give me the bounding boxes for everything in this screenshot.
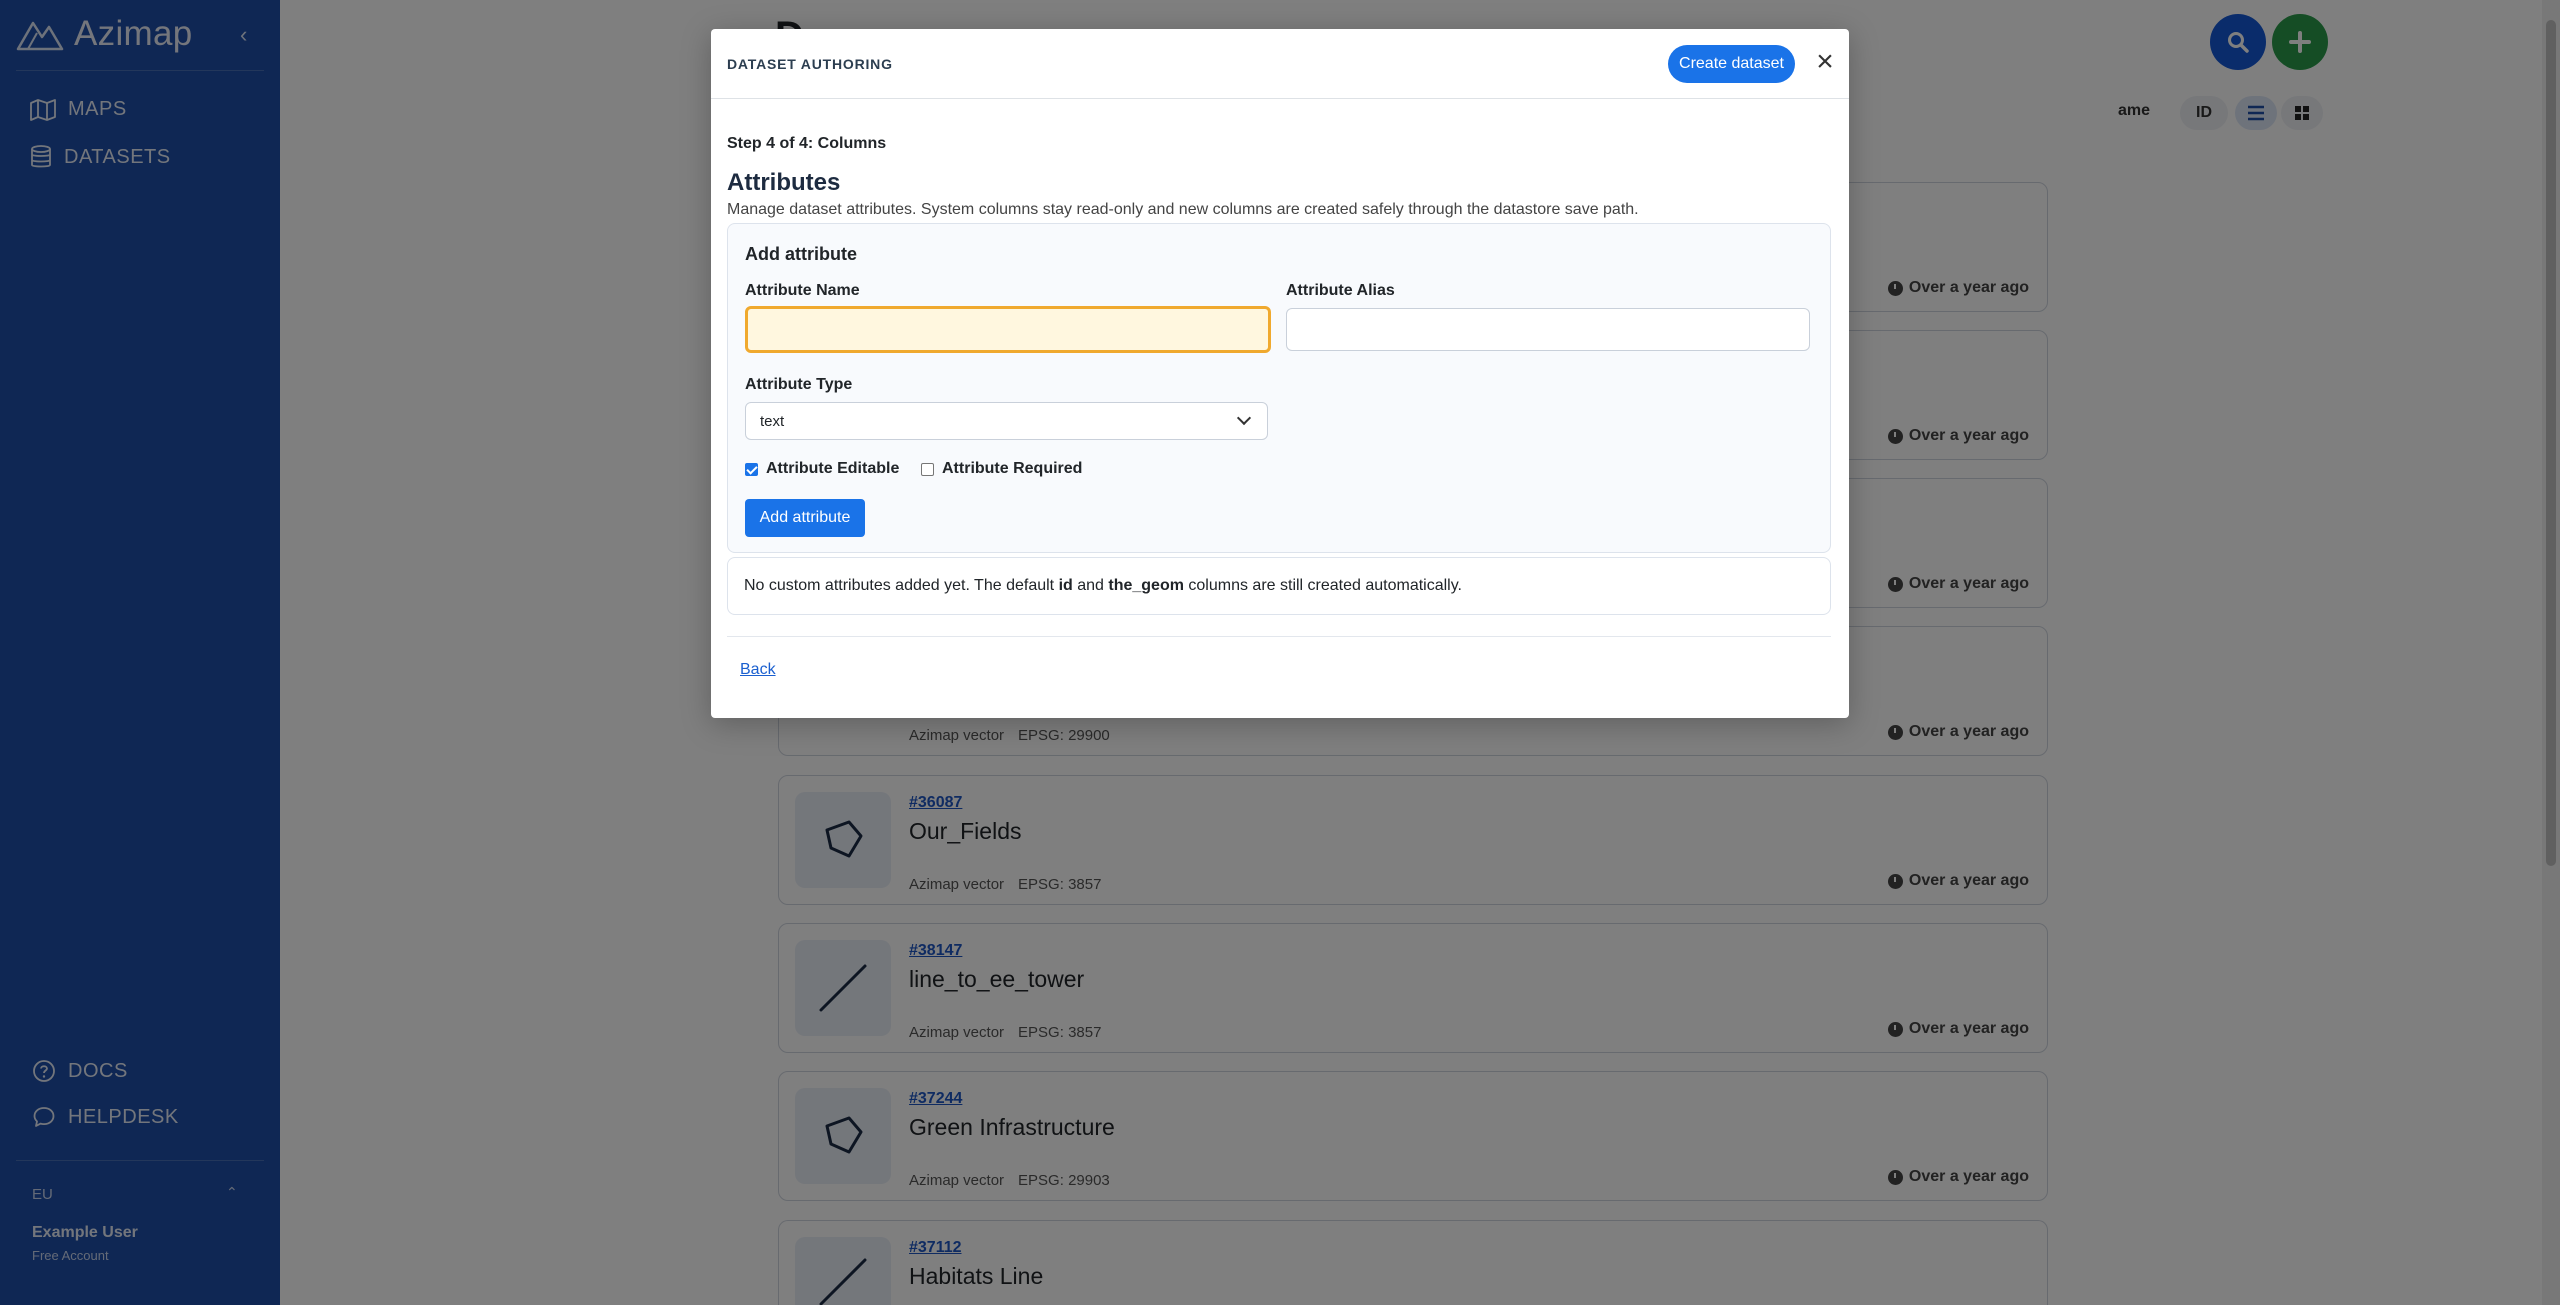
info-suffix: columns are still created automatically.	[1183, 577, 1462, 594]
create-dataset-button[interactable]: Create dataset	[1668, 45, 1795, 83]
add-attribute-panel: Add attribute Attribute Name Attribute A…	[727, 223, 1831, 553]
info-mid: and	[1072, 577, 1109, 594]
panel-title: Add attribute	[745, 244, 857, 264]
attribute-alias-input[interactable]	[1286, 308, 1810, 351]
modal-header: DATASET AUTHORING Create dataset ×	[711, 29, 1849, 99]
section-title: Attributes	[727, 169, 841, 196]
attributes-info: No custom attributes added yet. The defa…	[727, 557, 1831, 615]
attribute-name-label: Attribute Name	[745, 282, 860, 299]
divider	[727, 636, 1831, 637]
step-indicator: Step 4 of 4: Columns	[727, 135, 887, 152]
attribute-type-select[interactable]: text	[745, 402, 1268, 440]
attribute-type-label: Attribute Type	[745, 376, 853, 393]
attribute-name-input[interactable]	[745, 306, 1271, 353]
add-attribute-button[interactable]: Add attribute	[745, 499, 865, 537]
back-link[interactable]: Back	[740, 661, 776, 679]
info-prefix: No custom attributes added yet. The defa…	[744, 577, 1059, 594]
info-text: No custom attributes added yet. The defa…	[744, 577, 1462, 595]
attribute-editable-checkbox[interactable]	[745, 462, 758, 476]
info-column-geom: the_geom	[1108, 577, 1184, 594]
attribute-editable-label: Attribute Editable	[766, 460, 900, 477]
attribute-type-value: text	[760, 412, 785, 430]
section-description: Manage dataset attributes. System column…	[727, 201, 1639, 218]
dataset-authoring-modal: DATASET AUTHORING Create dataset × Step …	[711, 29, 1849, 718]
attribute-required-checkbox[interactable]	[921, 462, 934, 476]
info-column-id: id	[1058, 577, 1073, 594]
attribute-alias-label: Attribute Alias	[1286, 282, 1395, 299]
attribute-editable-option[interactable]: Attribute Editable	[745, 460, 899, 478]
chevron-down-icon	[1236, 410, 1252, 426]
modal-title: DATASET AUTHORING	[727, 56, 893, 72]
close-icon[interactable]: ×	[1811, 47, 1839, 77]
attribute-required-label: Attribute Required	[942, 460, 1083, 477]
attribute-required-option[interactable]: Attribute Required	[921, 460, 1082, 478]
